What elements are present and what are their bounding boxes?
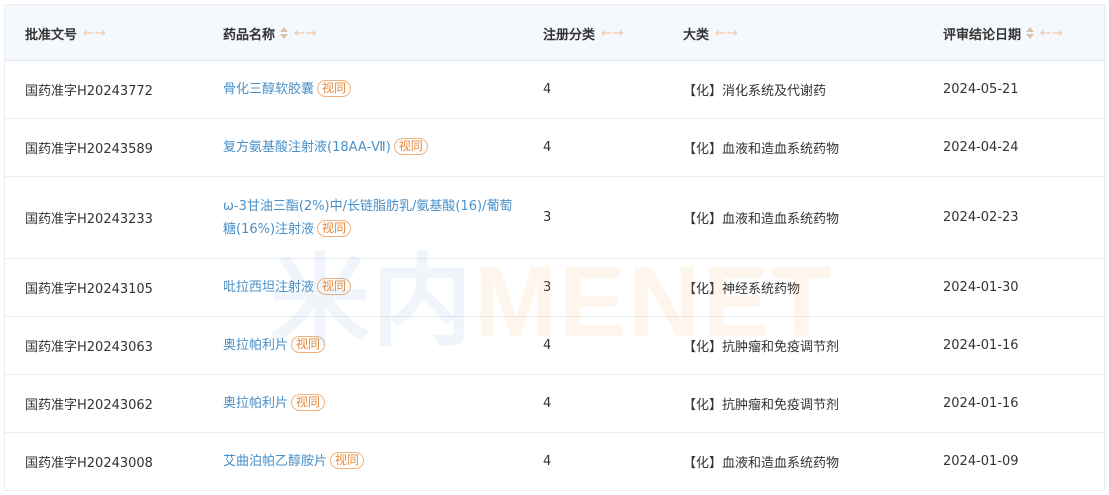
equivalent-badge: 视同	[317, 80, 352, 97]
category-cell: 【化】消化系统及代谢药	[683, 84, 827, 99]
drug-name-cell: ω-3甘油三酯(2%)中/长链脂肪乳/氨基酸(16)/葡萄糖(16%)注射液 视同	[223, 177, 518, 258]
column-resize-arrows-icon[interactable]: ←→	[715, 26, 739, 41]
column-resize-arrows-icon[interactable]: ←→	[601, 26, 625, 41]
category-cell: 【化】血液和造血系统药物	[683, 456, 840, 471]
header-approval-no[interactable]: 批准文号 ←→	[25, 5, 107, 61]
sort-icon[interactable]	[1026, 27, 1035, 39]
approval-no-cell: 国药准字H20243589	[25, 142, 153, 157]
reg-class-cell: 4	[543, 396, 552, 411]
review-date-cell: 2024-01-09	[943, 454, 1019, 469]
column-resize-arrows-icon[interactable]: ←→	[294, 26, 318, 41]
drug-name-cell: 艾曲泊帕乙醇胺片 视同	[223, 433, 518, 490]
table-row: 国药准字H20243008 艾曲泊帕乙醇胺片 视同 4 【化】血液和造血系统药物 …	[5, 433, 1104, 490]
approval-no-cell: 国药准字H20243063	[25, 340, 153, 355]
category-cell: 【化】血液和造血系统药物	[683, 212, 840, 227]
column-resize-arrows-icon[interactable]: ←→	[1040, 26, 1064, 41]
table-row: 国药准字H20243105 吡拉西坦注射液 视同 3 【化】神经系统药物 2024…	[5, 259, 1104, 317]
equivalent-badge: 视同	[330, 452, 365, 469]
equivalent-badge: 视同	[317, 278, 352, 295]
drug-name-link[interactable]: 骨化三醇软胶囊	[223, 82, 314, 97]
drug-approval-table: 批准文号 ←→ 药品名称 ←→ 注册分类 ←→ 大类 ←→ 评审结论日期 ←→ …	[4, 4, 1105, 491]
drug-name-link[interactable]: 复方氨基酸注射液(18AA-Ⅶ)	[223, 140, 391, 155]
approval-no-cell: 国药准字H20243062	[25, 398, 153, 413]
drug-name-cell: 复方氨基酸注射液(18AA-Ⅶ) 视同	[223, 119, 518, 176]
category-cell: 【化】神经系统药物	[683, 282, 801, 297]
header-review-date[interactable]: 评审结论日期 ←→	[943, 5, 1064, 61]
equivalent-badge: 视同	[291, 336, 326, 353]
reg-class-cell: 4	[543, 338, 552, 353]
header-reg-class[interactable]: 注册分类 ←→	[543, 5, 625, 61]
approval-no-cell: 国药准字H20243772	[25, 84, 153, 99]
drug-name-link[interactable]: 奥拉帕利片	[223, 338, 288, 353]
reg-class-cell: 3	[543, 210, 552, 225]
approval-no-cell: 国药准字H20243233	[25, 212, 153, 227]
drug-name-cell: 吡拉西坦注射液 视同	[223, 259, 518, 316]
drug-name-cell: 骨化三醇软胶囊 视同	[223, 61, 518, 118]
drug-name-link[interactable]: 奥拉帕利片	[223, 396, 288, 411]
review-date-cell: 2024-05-21	[943, 82, 1019, 97]
table-row: 国药准字H20243772 骨化三醇软胶囊 视同 4 【化】消化系统及代谢药 20…	[5, 61, 1104, 119]
drug-name-cell: 奥拉帕利片 视同	[223, 317, 518, 374]
drug-name-cell: 奥拉帕利片 视同	[223, 375, 518, 432]
table-row: 国药准字H20243233 ω-3甘油三酯(2%)中/长链脂肪乳/氨基酸(16)…	[5, 177, 1104, 259]
table-row: 国药准字H20243063 奥拉帕利片 视同 4 【化】抗肿瘤和免疫调节剂 202…	[5, 317, 1104, 375]
sort-icon[interactable]	[280, 27, 289, 39]
drug-name-link[interactable]: 吡拉西坦注射液	[223, 280, 314, 295]
header-category[interactable]: 大类 ←→	[683, 5, 739, 61]
review-date-cell: 2024-01-16	[943, 396, 1019, 411]
drug-name-link[interactable]: 艾曲泊帕乙醇胺片	[223, 454, 327, 469]
reg-class-cell: 4	[543, 454, 552, 469]
category-cell: 【化】抗肿瘤和免疫调节剂	[683, 398, 840, 413]
table-row: 国药准字H20243062 奥拉帕利片 视同 4 【化】抗肿瘤和免疫调节剂 202…	[5, 375, 1104, 433]
table-header: 批准文号 ←→ 药品名称 ←→ 注册分类 ←→ 大类 ←→ 评审结论日期 ←→	[5, 5, 1104, 61]
review-date-cell: 2024-01-30	[943, 280, 1019, 295]
review-date-cell: 2024-04-24	[943, 140, 1019, 155]
approval-no-cell: 国药准字H20243008	[25, 456, 153, 471]
equivalent-badge: 视同	[393, 138, 428, 155]
category-cell: 【化】血液和造血系统药物	[683, 142, 840, 157]
column-resize-arrows-icon[interactable]: ←→	[83, 26, 107, 41]
approval-no-cell: 国药准字H20243105	[25, 282, 153, 297]
review-date-cell: 2024-02-23	[943, 210, 1019, 225]
category-cell: 【化】抗肿瘤和免疫调节剂	[683, 340, 840, 355]
reg-class-cell: 3	[543, 280, 552, 295]
header-drug-name[interactable]: 药品名称 ←→	[223, 5, 318, 61]
drug-name-link[interactable]: ω-3甘油三酯(2%)中/长链脂肪乳/氨基酸(16)/葡萄糖(16%)注射液	[223, 199, 512, 237]
equivalent-badge: 视同	[291, 394, 326, 411]
equivalent-badge: 视同	[317, 219, 352, 237]
review-date-cell: 2024-01-16	[943, 338, 1019, 353]
reg-class-cell: 4	[543, 82, 552, 97]
table-row: 国药准字H20243589 复方氨基酸注射液(18AA-Ⅶ) 视同 4 【化】血液…	[5, 119, 1104, 177]
reg-class-cell: 4	[543, 140, 552, 155]
